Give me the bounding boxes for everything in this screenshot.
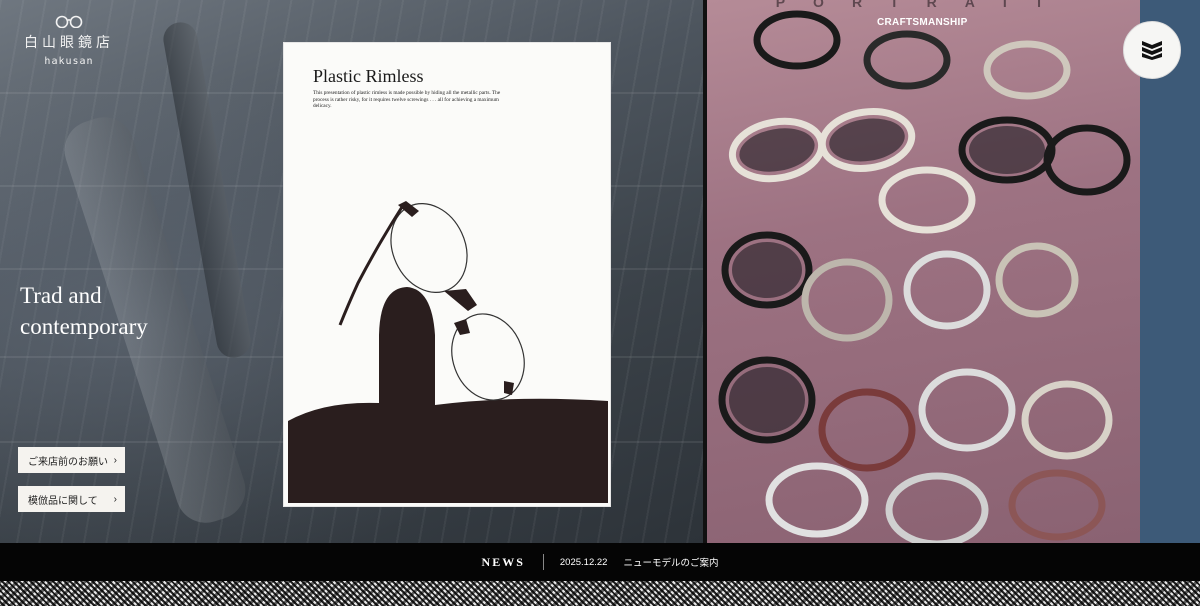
tagline-line: contemporary <box>20 314 148 339</box>
counterfeit-info-button[interactable]: 模倣品に関して › <box>18 486 125 512</box>
visit-request-button[interactable]: ご来店前のお願い › <box>18 447 125 473</box>
news-headline-link[interactable]: ニューモデルのご案内 <box>623 555 718 569</box>
chevron-right-icon: › <box>113 493 117 505</box>
poster-title: Plastic Rimless <box>313 66 424 86</box>
news-bar: NEWS 2025.12.22 ニューモデルのご案内 <box>0 543 1200 581</box>
button-label: ご来店前のお願い <box>28 456 108 468</box>
logo-name-en: hakusan <box>44 56 94 67</box>
hero-section: 白山眼鏡店 hakusan Trad and contemporary ご来店前… <box>0 0 1200 543</box>
menu-icon <box>1142 41 1162 60</box>
tagline-line: Trad and <box>20 283 102 308</box>
menu-button[interactable] <box>1123 21 1181 79</box>
hero-right-photo: PORTRAIT CRAFTSMANSHIP <box>707 0 1140 543</box>
poster-body: This presentation of plastic rimless is … <box>313 90 501 110</box>
site-logo[interactable]: 白山眼鏡店 hakusan <box>14 14 124 67</box>
news-label: NEWS <box>481 554 525 569</box>
rimless-glasses-illustration <box>288 201 608 503</box>
button-label: 模倣品に関して <box>28 495 98 507</box>
chevron-right-icon: › <box>113 454 117 466</box>
accent-strip <box>1140 0 1200 543</box>
news-date: 2025.12.22 <box>559 556 608 568</box>
decorative-pattern-strip <box>0 581 1200 606</box>
hero-tagline: Trad and contemporary <box>20 280 148 342</box>
news-divider <box>542 554 544 570</box>
glasses-logo-icon <box>55 15 83 28</box>
plastic-rimless-poster: Plastic Rimless This presentation of pla… <box>283 42 611 507</box>
eyewear-pile-illustration <box>718 10 1131 543</box>
logo-name-jp: 白山眼鏡店 <box>24 35 114 51</box>
